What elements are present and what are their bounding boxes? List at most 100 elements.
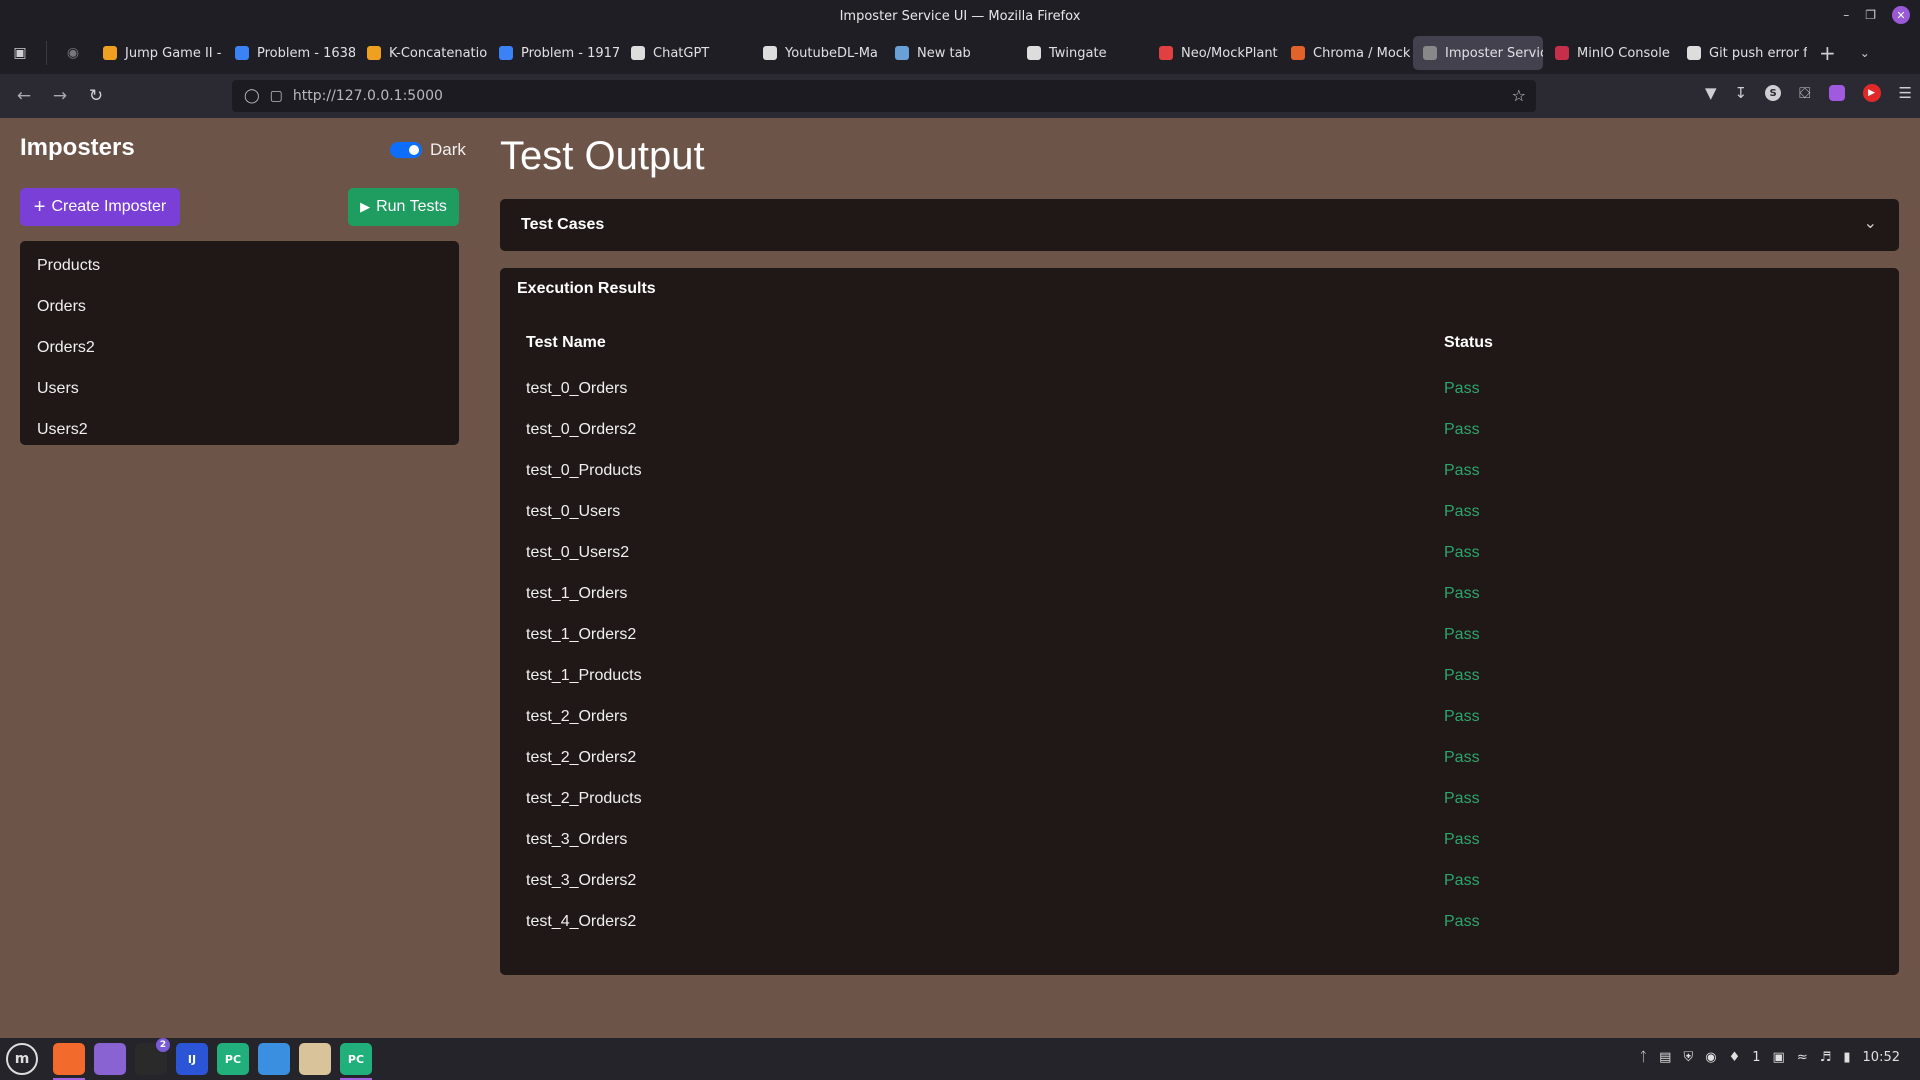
run-tests-label: Run Tests xyxy=(376,198,447,215)
toggle-switch-icon[interactable] xyxy=(390,142,422,158)
maximize-icon[interactable]: ❐ xyxy=(1865,8,1876,22)
extension-record-icon[interactable]: ▶ xyxy=(1862,84,1881,102)
status-cell: Pass xyxy=(1444,626,1480,643)
table-row: test_2_Products Pass xyxy=(526,782,1886,823)
table-row: test_1_Products Pass xyxy=(526,659,1886,700)
table-header: Test Name Status xyxy=(526,334,1886,364)
reload-icon[interactable]: ↻ xyxy=(78,86,114,106)
vscode-icon[interactable] xyxy=(258,1043,290,1075)
leetcode-icon xyxy=(367,46,381,60)
imposter-item-products[interactable]: Products xyxy=(20,245,459,286)
table-row: test_1_Orders2 Pass xyxy=(526,618,1886,659)
browser-tab[interactable]: Twingate xyxy=(1017,36,1147,70)
nvidia-icon[interactable]: ◉ xyxy=(1705,1050,1716,1065)
new-tab-icon[interactable]: + xyxy=(1807,41,1848,65)
test-cases-accordion[interactable]: Test Cases ⌄ xyxy=(500,199,1899,251)
browser-tab[interactable]: New tab xyxy=(885,36,1015,70)
leetcode-icon xyxy=(103,46,117,60)
browser-tab[interactable]: Neo/MockPlant xyxy=(1149,36,1279,70)
pocket-icon[interactable]: ▼ xyxy=(1705,84,1717,102)
firefox-icon[interactable] xyxy=(53,1043,85,1080)
status-cell: Pass xyxy=(1444,831,1480,848)
theme-toggle-label: Dark xyxy=(430,140,466,159)
tab-label: K-Concatenatio xyxy=(389,45,487,61)
tab-overview-icon[interactable]: ▣ xyxy=(0,45,40,61)
imposter-item-users[interactable]: Users xyxy=(20,368,459,409)
tab-label: Chroma / Mock xyxy=(1313,45,1411,61)
mint-menu-icon[interactable]: m xyxy=(6,1043,38,1075)
status-cell: Pass xyxy=(1444,913,1480,930)
imposter-item-orders[interactable]: Orders xyxy=(20,286,459,327)
twingate-icon xyxy=(1027,46,1041,60)
browser-tab[interactable]: Jump Game II - xyxy=(93,36,223,70)
pinned-tab-icon[interactable]: ◉ xyxy=(53,45,93,61)
extensions-icon[interactable]: ⛋ xyxy=(1799,84,1810,102)
bookmark-star-icon[interactable]: ☆ xyxy=(1512,86,1526,105)
browser-tab[interactable]: Problem - 1917 xyxy=(489,36,619,70)
browser-tab[interactable]: Imposter Service✕ xyxy=(1413,36,1543,70)
shield-icon[interactable]: ◯ xyxy=(244,88,260,104)
archive-icon[interactable] xyxy=(299,1043,331,1075)
chevron-down-icon[interactable]: ⌄ xyxy=(1864,213,1877,233)
url-bar[interactable]: ◯ ▢ http://127.0.0.1:5000 ☆ xyxy=(232,80,1536,112)
intellij-icon[interactable]: IJ xyxy=(176,1043,208,1075)
status-cell: Pass xyxy=(1444,667,1480,684)
clock[interactable]: 10:52 xyxy=(1863,1050,1900,1065)
url-text[interactable]: http://127.0.0.1:5000 xyxy=(293,88,443,104)
test-name-cell: test_1_Products xyxy=(526,667,642,684)
system-tray: ᛏ ▤ ⛨ ◉ ♦ 1 ▣ ≈ ♬ ▮ 10:52 xyxy=(1639,1050,1900,1065)
forward-icon[interactable]: → xyxy=(42,86,78,106)
browser-tab[interactable]: MinIO Console xyxy=(1545,36,1675,70)
update-icon[interactable]: ▣ xyxy=(1773,1050,1785,1065)
tab-label: ChatGPT xyxy=(653,45,710,61)
wifi-icon[interactable]: ≈ xyxy=(1797,1050,1808,1065)
column-header-test-name: Test Name xyxy=(526,334,606,351)
test-name-cell: test_4_Orders2 xyxy=(526,913,637,930)
status-cell: Pass xyxy=(1444,749,1480,766)
close-window-icon[interactable]: ✕ xyxy=(1892,6,1910,24)
terminal-icon[interactable]: 2 xyxy=(135,1038,170,1075)
notification-icon[interactable]: ♦ xyxy=(1729,1050,1741,1065)
back-icon[interactable]: ← xyxy=(6,86,42,106)
minimize-icon[interactable]: – xyxy=(1843,8,1849,22)
tab-label: Problem - 1917 xyxy=(521,45,619,61)
extension-s-icon[interactable]: S xyxy=(1765,85,1782,101)
menu-icon[interactable]: ☰ xyxy=(1899,84,1912,102)
table-row: test_2_Orders Pass xyxy=(526,700,1886,741)
test-name-cell: test_3_Orders2 xyxy=(526,872,637,889)
pycharm-icon[interactable]: PC xyxy=(340,1043,372,1080)
workspace-indicator[interactable]: 1 xyxy=(1752,1050,1760,1065)
status-cell: Pass xyxy=(1444,708,1480,725)
browser-tab[interactable]: Git push error f xyxy=(1677,36,1807,70)
browser-tab[interactable]: Problem - 1638 xyxy=(225,36,355,70)
clipboard-icon[interactable]: ▤ xyxy=(1659,1050,1671,1065)
run-tests-button[interactable]: ▶ Run Tests xyxy=(348,188,459,226)
pycharm-icon[interactable]: PC xyxy=(217,1043,249,1075)
create-imposter-button[interactable]: + Create Imposter xyxy=(20,188,180,226)
battery-icon[interactable]: ▮ xyxy=(1843,1050,1850,1065)
browser-tab[interactable]: Chroma / Mock xyxy=(1281,36,1411,70)
tab-label: Neo/MockPlant xyxy=(1181,45,1278,61)
sidebar-title: Imposters xyxy=(20,134,135,161)
mockplant-icon xyxy=(1159,46,1173,60)
browser-tab[interactable]: YoutubeDL-Ma xyxy=(753,36,883,70)
files-icon[interactable] xyxy=(94,1043,126,1075)
bluetooth-icon[interactable]: ᛏ xyxy=(1639,1050,1647,1065)
chevron-down-icon[interactable]: ⌄ xyxy=(1848,46,1882,60)
imposter-item-users2[interactable]: Users2 xyxy=(20,409,459,450)
volume-icon[interactable]: ♬ xyxy=(1820,1050,1832,1065)
taskbar-apps: 2 IJ PC PC xyxy=(44,1038,372,1080)
browser-tab[interactable]: ChatGPT xyxy=(621,36,751,70)
browser-tab[interactable]: K-Concatenatio xyxy=(357,36,487,70)
test-name-cell: test_1_Orders xyxy=(526,585,628,602)
tab-label: Imposter Service xyxy=(1445,45,1543,61)
tab-label: Git push error f xyxy=(1709,45,1807,61)
download-icon[interactable]: ↧ xyxy=(1735,84,1748,102)
test-name-cell: test_0_Orders xyxy=(526,380,628,397)
shield-icon[interactable]: ⛨ xyxy=(1683,1050,1693,1065)
theme-toggle[interactable]: Dark xyxy=(390,140,466,160)
page-icon: ▢ xyxy=(269,88,283,104)
table-row: test_2_Orders2 Pass xyxy=(526,741,1886,782)
imposter-item-orders2[interactable]: Orders2 xyxy=(20,327,459,368)
extension-purple-icon[interactable] xyxy=(1828,85,1845,101)
